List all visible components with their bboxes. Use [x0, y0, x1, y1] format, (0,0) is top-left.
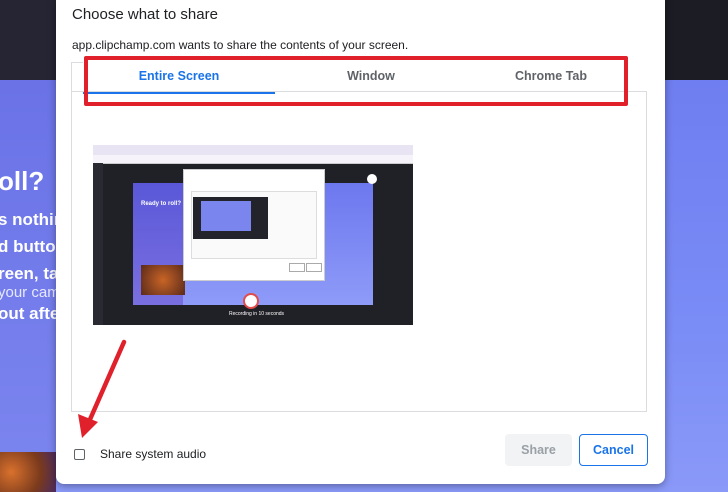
share-system-audio-label[interactable]: Share system audio: [100, 447, 206, 461]
thumb-heading: Ready to roll?: [141, 201, 182, 207]
thumb-browser-tabs: [93, 145, 413, 155]
spinner-icon: [243, 293, 259, 309]
background-text-line: your cam: [0, 284, 60, 301]
background-text-line: d butto: [0, 237, 56, 256]
thumb-footer-text: Recording in 10 seconds: [229, 311, 285, 317]
red-arrow-icon: [78, 339, 127, 438]
thumb-mini-cancel-button: [306, 263, 322, 272]
background-heading: oll?: [0, 166, 45, 196]
background-camera-preview: [0, 452, 56, 492]
annotation-highlight-box: [84, 56, 628, 106]
close-icon: [367, 174, 377, 184]
share-system-audio-checkbox[interactable]: [74, 449, 85, 460]
dialog-title: Choose what to share: [72, 6, 218, 23]
thumb-camera-preview: [141, 265, 185, 295]
cancel-button[interactable]: Cancel: [579, 434, 648, 466]
thumb-address-bar: [93, 155, 413, 164]
screen-thumbnail[interactable]: Ready to roll? Recording in 10 seconds: [93, 145, 413, 325]
thumb-sidebar: [93, 163, 103, 325]
dialog-subtitle: app.clipchamp.com wants to share the con…: [72, 38, 409, 52]
background-sidebar: [0, 0, 56, 80]
share-button[interactable]: Share: [505, 434, 572, 466]
thumb-mini-screen-inner: [201, 201, 251, 231]
thumb-mini-share-button: [289, 263, 305, 272]
background-text-line: s nothin: [0, 210, 65, 229]
